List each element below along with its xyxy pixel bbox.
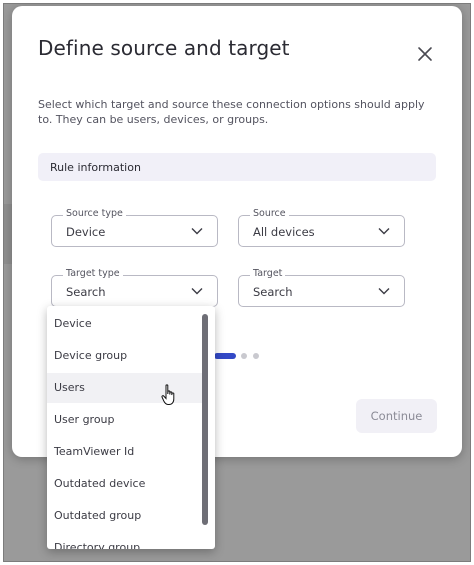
- target-type-dropdown[interactable]: Device Device group Users User group Tea…: [47, 306, 215, 549]
- close-icon[interactable]: [416, 45, 434, 63]
- section-title: Rule information: [50, 161, 141, 174]
- chevron-down-icon: [378, 288, 390, 295]
- source-value: All devices: [253, 225, 315, 239]
- hand-cursor-icon: [161, 384, 175, 405]
- target-label: Target: [250, 268, 286, 279]
- source-label: Source: [250, 208, 289, 219]
- step-dot-active: [214, 353, 236, 359]
- dropdown-scrollbar[interactable]: [202, 314, 208, 525]
- target-type-value: Search: [66, 285, 106, 299]
- continue-button[interactable]: Continue: [356, 399, 437, 433]
- step-dot: [253, 353, 259, 359]
- source-select[interactable]: Source All devices: [238, 208, 405, 247]
- dropdown-option-device[interactable]: Device: [47, 309, 202, 339]
- dropdown-option-user-group[interactable]: User group: [47, 405, 202, 435]
- background-edge: [4, 204, 12, 264]
- dropdown-option-outdated-group[interactable]: Outdated group: [47, 501, 202, 531]
- dropdown-option-directory-group[interactable]: Directory group: [47, 533, 202, 549]
- dropdown-option-device-group[interactable]: Device group: [47, 341, 202, 371]
- step-dot: [241, 353, 247, 359]
- chevron-down-icon: [378, 228, 390, 235]
- target-select[interactable]: Target Search: [238, 268, 405, 307]
- section-header: Rule information: [38, 153, 436, 181]
- dropdown-option-outdated-device[interactable]: Outdated device: [47, 469, 202, 499]
- target-type-label: Target type: [63, 268, 123, 279]
- dialog-description: Select which target and source these con…: [38, 98, 425, 126]
- dialog-title: Define source and target: [38, 36, 290, 60]
- dropdown-option-users[interactable]: Users: [47, 373, 202, 403]
- source-type-select[interactable]: Source type Device: [51, 208, 218, 247]
- target-type-select[interactable]: Target type Search: [51, 268, 218, 307]
- source-type-label: Source type: [63, 208, 126, 219]
- target-value: Search: [253, 285, 293, 299]
- dropdown-option-teamviewer-id[interactable]: TeamViewer Id: [47, 437, 202, 467]
- chevron-down-icon: [191, 288, 203, 295]
- source-type-value: Device: [66, 225, 106, 239]
- chevron-down-icon: [191, 228, 203, 235]
